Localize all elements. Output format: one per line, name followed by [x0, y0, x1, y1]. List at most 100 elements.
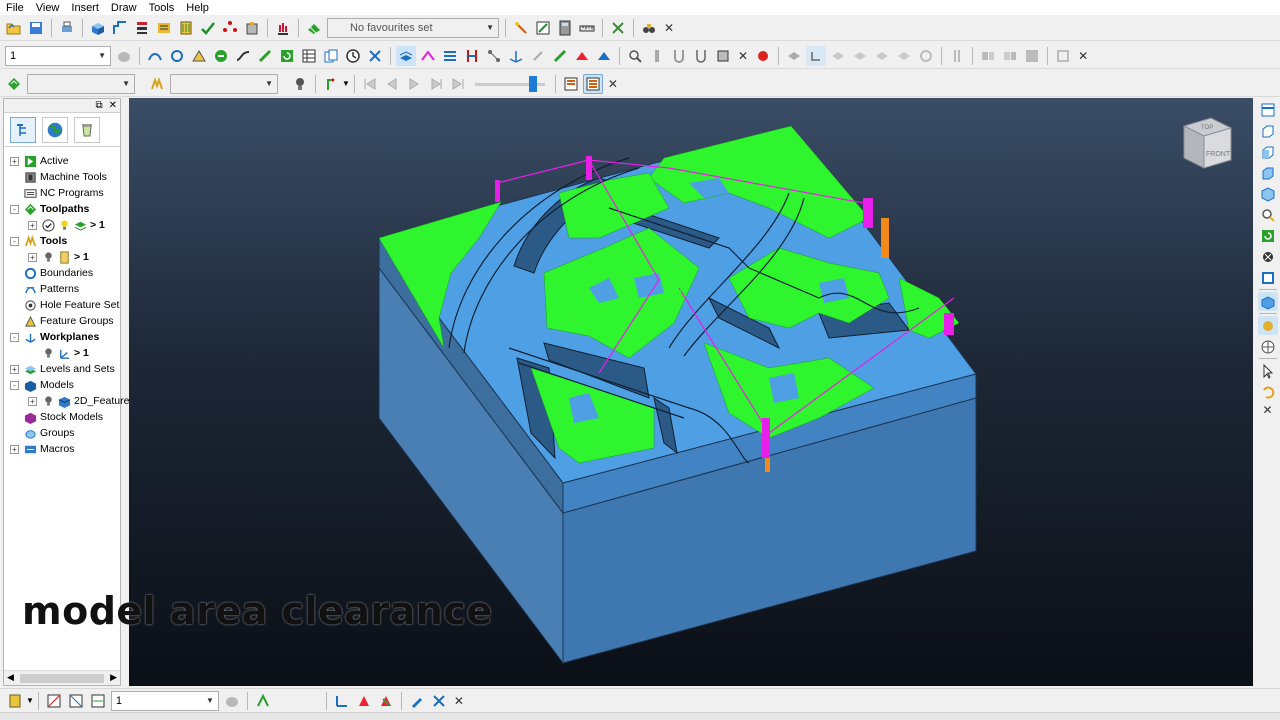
tree-item[interactable]: - Toolpaths — [4, 201, 120, 217]
toolpath-edit-icon[interactable] — [533, 18, 553, 38]
close-icon[interactable]: ✕ — [1262, 403, 1272, 417]
scroll-left-icon[interactable]: ◀ — [7, 672, 14, 683]
curve-icon[interactable] — [233, 46, 253, 66]
restore-icon[interactable]: ⧉ — [95, 100, 102, 111]
tab-explorer[interactable] — [10, 116, 36, 143]
tree-item[interactable]: - Workplanes — [4, 329, 120, 345]
probe-icon[interactable] — [625, 46, 645, 66]
tool-dropdown[interactable]: ▼ — [170, 73, 278, 94]
view-cube[interactable]: TOP FRONT — [1182, 117, 1233, 169]
tool-select-icon[interactable] — [147, 74, 167, 94]
tool-list-icon[interactable] — [5, 691, 25, 711]
menu-view[interactable]: View — [36, 2, 60, 14]
shaded-model-icon[interactable] — [1257, 292, 1278, 311]
zoom-box-icon[interactable] — [1258, 268, 1278, 287]
zoom-fit-icon[interactable] — [1258, 247, 1278, 266]
pattern-icon[interactable] — [189, 46, 209, 66]
link-moves-icon[interactable] — [418, 46, 438, 66]
axes-icon[interactable] — [506, 46, 526, 66]
points-icon[interactable] — [220, 18, 240, 38]
menu-draw[interactable]: Draw — [111, 2, 137, 14]
block-icon[interactable] — [88, 18, 108, 38]
close-icon[interactable]: ✕ — [454, 694, 464, 708]
favourites-icon[interactable] — [304, 18, 324, 38]
simulation-icon[interactable] — [273, 18, 293, 38]
red-shape-icon[interactable] — [572, 46, 592, 66]
tree-item[interactable]: + Levels and Sets — [4, 361, 120, 377]
tree-item[interactable]: Patterns — [4, 281, 120, 297]
close-icon[interactable]: ✕ — [738, 49, 748, 63]
feeds-speeds-icon[interactable] — [132, 18, 152, 38]
lightbulb-icon[interactable] — [42, 251, 55, 264]
tree-item[interactable]: Hole Feature Set — [4, 297, 120, 313]
blue-shape-icon[interactable] — [594, 46, 614, 66]
chevron-down-icon[interactable]: ▼ — [26, 696, 34, 705]
view-top-icon[interactable] — [1258, 100, 1278, 119]
cross-tools-icon[interactable] — [365, 46, 385, 66]
menu-help[interactable]: Help — [186, 2, 209, 14]
close-icon[interactable]: ✕ — [664, 21, 674, 35]
expand-icon[interactable]: + — [10, 156, 19, 166]
simulation-table-icon[interactable] — [582, 73, 603, 94]
level-dropdown[interactable]: 1 ▼ — [5, 45, 111, 66]
calculator-icon[interactable] — [555, 18, 575, 38]
menu-tools[interactable]: Tools — [149, 2, 175, 14]
axis-tool-icon[interactable] — [332, 691, 352, 711]
finishing-icon[interactable] — [211, 46, 231, 66]
lightbulb-icon[interactable] — [42, 395, 55, 408]
expand-icon[interactable]: + — [28, 396, 37, 406]
pattern-tool2-icon[interactable] — [66, 691, 86, 711]
red-green-tool-icon[interactable] — [376, 691, 396, 711]
tree-item[interactable]: + Active — [4, 153, 120, 169]
favourites-dropdown[interactable]: No favourites set ▼ — [327, 17, 499, 38]
tab-globe[interactable] — [42, 116, 68, 143]
tab-recycle[interactable] — [74, 116, 100, 143]
tree-item[interactable]: + > 1 — [4, 249, 120, 265]
simulation-options-icon[interactable] — [561, 74, 581, 94]
tree-item[interactable]: Groups — [4, 425, 120, 441]
red-tool-icon[interactable] — [354, 691, 374, 711]
speed-slider-thumb[interactable] — [528, 75, 537, 92]
pattern-tool-icon[interactable] — [44, 691, 64, 711]
toolpath-select-icon[interactable] — [4, 74, 24, 94]
save-project-icon[interactable] — [26, 18, 46, 38]
globe-icon[interactable] — [1258, 337, 1278, 356]
leads-icon[interactable] — [462, 46, 482, 66]
copy-icon[interactable] — [321, 46, 341, 66]
pen-tool-icon[interactable] — [407, 691, 427, 711]
ruler-icon[interactable] — [577, 18, 597, 38]
collapse-icon[interactable]: - — [10, 380, 19, 390]
tree-item[interactable]: +2D_Features — [4, 393, 135, 409]
view-iso-icon[interactable] — [1258, 184, 1278, 203]
expand-icon[interactable]: + — [28, 252, 37, 262]
collapse-icon[interactable]: - — [10, 236, 19, 246]
lightbulb-icon[interactable] — [42, 347, 55, 360]
boundary-tools-icon[interactable] — [167, 46, 187, 66]
tree-item[interactable]: - Tools — [4, 233, 120, 249]
tree-item[interactable]: Feature Groups — [4, 313, 120, 329]
machine-icon[interactable] — [713, 46, 733, 66]
tree-item[interactable]: Stock Models — [4, 409, 120, 425]
check-icon[interactable] — [42, 218, 55, 232]
lightbulb-icon[interactable] — [290, 74, 310, 94]
pattern-tool3-icon[interactable] — [88, 691, 108, 711]
menu-file[interactable]: File — [6, 2, 24, 14]
tool-icon[interactable] — [176, 18, 196, 38]
tree-item[interactable]: > 1 — [4, 345, 120, 361]
close-icon[interactable]: ✕ — [608, 77, 618, 91]
horizontal-scrollbar[interactable]: ◀ ▶ — [4, 670, 120, 685]
table-icon[interactable] — [299, 46, 319, 66]
tree-item[interactable]: - Models — [4, 377, 120, 393]
lighting-icon[interactable] — [1257, 316, 1278, 335]
tools-cross-icon[interactable] — [608, 18, 628, 38]
green-line-icon[interactable] — [550, 46, 570, 66]
select-cursor-icon[interactable] — [1258, 361, 1278, 380]
toolpath-strategies-icon[interactable] — [154, 18, 174, 38]
area-clearance-icon[interactable] — [145, 46, 165, 66]
collapse-icon[interactable]: - — [10, 204, 19, 214]
tree-item[interactable]: Boundaries — [4, 265, 120, 281]
toolpath-dropdown[interactable]: ▼ — [27, 73, 135, 94]
lightbulb-icon[interactable] — [58, 219, 71, 232]
zoom-icon[interactable] — [1258, 205, 1278, 224]
scroll-right-icon[interactable]: ▶ — [110, 672, 117, 683]
